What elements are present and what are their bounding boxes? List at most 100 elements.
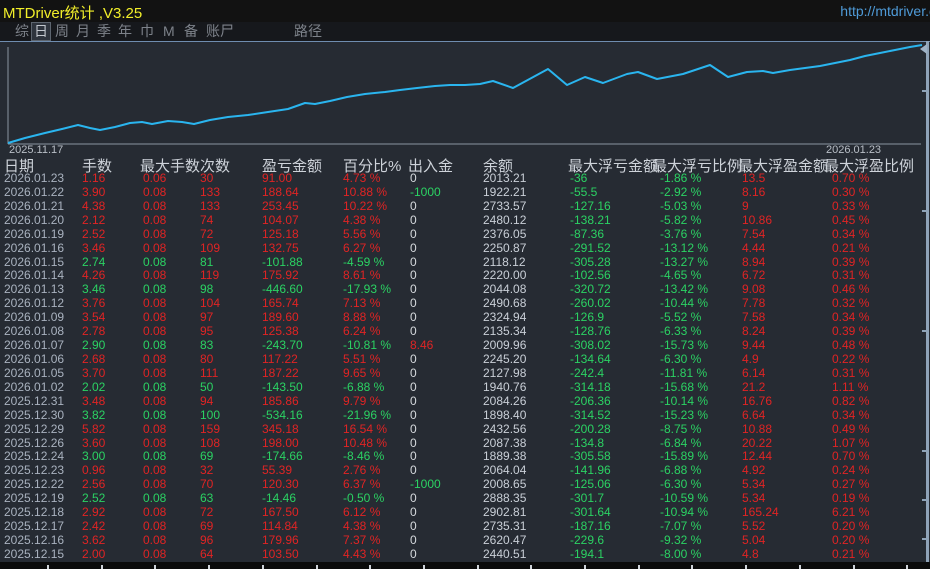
table-row[interactable]: 2026.01.223.900.08133188.6410.88 %-10001… bbox=[0, 186, 930, 200]
cell-count: 98 bbox=[200, 283, 258, 297]
menu-item-9[interactable]: 备 bbox=[182, 23, 200, 40]
cell-date: 2025.12.23 bbox=[4, 464, 80, 478]
cell-date: 2025.12.19 bbox=[4, 492, 80, 506]
menu-item-8[interactable]: M bbox=[161, 23, 177, 40]
cell-percent: 6.12 % bbox=[343, 506, 407, 520]
cell-pnl: -243.70 bbox=[262, 339, 340, 353]
cell-pnl: 55.39 bbox=[262, 464, 340, 478]
cell-max-float-loss-pct: -13.27 % bbox=[660, 256, 738, 270]
cell-max-float-profit-pct: 0.39 % bbox=[832, 256, 926, 270]
cell-max-float-loss-pct: -15.68 % bbox=[660, 381, 738, 395]
cell-max-float-loss-pct: -10.44 % bbox=[660, 297, 738, 311]
cell-max-float-profit: 5.34 bbox=[742, 492, 828, 506]
cell-count: 95 bbox=[200, 325, 258, 339]
cell-max-float-profit: 4.8 bbox=[742, 548, 828, 562]
table-row[interactable]: 2026.01.053.700.08111187.229.65 %02127.9… bbox=[0, 367, 930, 381]
table-row[interactable]: 2025.12.230.960.083255.392.76 %02064.04-… bbox=[0, 464, 930, 478]
menu-item-11[interactable]: 路径 bbox=[292, 23, 324, 40]
cell-max-float-profit-pct: 0.31 % bbox=[832, 269, 926, 283]
cell-max-float-loss: -55.5 bbox=[570, 186, 656, 200]
cell-percent: 6.27 % bbox=[343, 242, 407, 256]
table-row[interactable]: 2026.01.022.020.0850-143.50-6.88 %01940.… bbox=[0, 381, 930, 395]
cell-max-float-profit-pct: 0.82 % bbox=[832, 395, 926, 409]
cell-max-float-profit: 8.24 bbox=[742, 325, 828, 339]
table-row[interactable]: 2026.01.072.900.0883-243.70-10.81 %8.462… bbox=[0, 339, 930, 353]
cell-count: 109 bbox=[200, 242, 258, 256]
grid-divider bbox=[691, 565, 693, 569]
cell-max-lots: 0.08 bbox=[143, 339, 198, 353]
table-row[interactable]: 2025.12.243.000.0869-174.66-8.46 %01889.… bbox=[0, 450, 930, 464]
cell-max-float-profit-pct: 0.70 % bbox=[832, 450, 926, 464]
scrollbar-arrow-icon[interactable] bbox=[920, 44, 927, 54]
table-row[interactable]: 2026.01.133.460.0898-446.60-17.93 %02044… bbox=[0, 283, 930, 297]
cell-pnl: 132.75 bbox=[262, 242, 340, 256]
cell-max-float-profit-pct: 0.20 % bbox=[832, 520, 926, 534]
table-row[interactable]: 2025.12.152.000.0864103.504.43 %02440.51… bbox=[0, 548, 930, 562]
cell-date: 2026.01.15 bbox=[4, 256, 80, 270]
cell-max-float-loss-pct: -1.86 % bbox=[660, 172, 738, 186]
table-row[interactable]: 2026.01.192.520.0872125.185.56 %02376.05… bbox=[0, 228, 930, 242]
cell-percent: -10.81 % bbox=[343, 339, 407, 353]
table-row[interactable]: 2025.12.313.480.0894185.869.79 %02084.26… bbox=[0, 395, 930, 409]
menu-item-5[interactable]: 季 bbox=[95, 23, 113, 40]
table-row[interactable]: 2026.01.144.260.08119175.928.61 %02220.0… bbox=[0, 269, 930, 283]
table-row[interactable]: 2026.01.093.540.0897189.608.88 %02324.94… bbox=[0, 311, 930, 325]
table-row[interactable]: 2025.12.163.620.0896179.967.37 %02620.47… bbox=[0, 534, 930, 548]
table-row[interactable]: 2026.01.062.680.0880117.225.51 %02245.20… bbox=[0, 353, 930, 367]
cell-max-float-loss-pct: -4.65 % bbox=[660, 269, 738, 283]
cell-lots: 3.76 bbox=[82, 297, 138, 311]
cell-percent: 4.43 % bbox=[343, 548, 407, 562]
cell-date: 2026.01.05 bbox=[4, 367, 80, 381]
cell-max-float-loss: -134.64 bbox=[570, 353, 656, 367]
cell-max-float-loss-pct: -6.30 % bbox=[660, 353, 738, 367]
menu-item-10[interactable]: 账尸 bbox=[204, 23, 236, 40]
website-link[interactable]: http://mtdriver.c bbox=[840, 3, 930, 19]
cell-max-float-profit-pct: 0.22 % bbox=[832, 353, 926, 367]
cell-balance: 2009.96 bbox=[483, 339, 567, 353]
vertical-scrollbar[interactable] bbox=[926, 41, 929, 569]
table-row[interactable]: 2025.12.295.820.08159345.1816.54 %02432.… bbox=[0, 423, 930, 437]
table-row[interactable]: 2026.01.231.160.063091.004.73 %02013.21-… bbox=[0, 172, 930, 186]
table-row[interactable]: 2025.12.263.600.08108198.0010.48 %02087.… bbox=[0, 437, 930, 451]
grid-divider bbox=[853, 565, 855, 569]
cell-max-float-profit: 165.24 bbox=[742, 506, 828, 520]
cell-date: 2026.01.22 bbox=[4, 186, 80, 200]
table-row[interactable]: 2025.12.303.820.08100-534.16-21.96 %0189… bbox=[0, 409, 930, 423]
table-row[interactable]: 2026.01.082.780.0895125.386.24 %02135.34… bbox=[0, 325, 930, 339]
table-row[interactable]: 2026.01.202.120.0874104.074.38 %02480.12… bbox=[0, 214, 930, 228]
menu-item-3[interactable]: 周 bbox=[53, 23, 71, 40]
cell-date: 2026.01.08 bbox=[4, 325, 80, 339]
equity-curve-chart bbox=[0, 42, 930, 155]
table-row[interactable]: 2026.01.152.740.0881-101.88-4.59 %02118.… bbox=[0, 256, 930, 270]
menu-item-7[interactable]: 巾 bbox=[138, 23, 156, 40]
cell-max-float-profit: 7.54 bbox=[742, 228, 828, 242]
table-row[interactable]: 2025.12.182.920.0872167.506.12 %02902.81… bbox=[0, 506, 930, 520]
menu-item-4[interactable]: 月 bbox=[74, 23, 92, 40]
table-row[interactable]: 2026.01.123.760.08104165.747.13 %02490.6… bbox=[0, 297, 930, 311]
cell-max-float-profit-pct: 1.07 % bbox=[832, 437, 926, 451]
cell-pnl: 103.50 bbox=[262, 548, 340, 562]
cell-percent: 2.76 % bbox=[343, 464, 407, 478]
cell-lots: 2.00 bbox=[82, 548, 138, 562]
cell-max-lots: 0.08 bbox=[143, 200, 198, 214]
cell-inout: 0 bbox=[410, 548, 480, 562]
table-row[interactable]: 2025.12.192.520.0863-14.46-0.50 %02888.3… bbox=[0, 492, 930, 506]
menu-item-6[interactable]: 年 bbox=[116, 23, 134, 40]
table-row[interactable]: 2026.01.163.460.08109132.756.27 %02250.8… bbox=[0, 242, 930, 256]
cell-max-float-loss: -242.4 bbox=[570, 367, 656, 381]
table-row[interactable]: 2025.12.222.560.0870120.306.37 %-1000200… bbox=[0, 478, 930, 492]
menu-item-1[interactable]: 综 bbox=[13, 23, 31, 40]
cell-balance: 2064.04 bbox=[483, 464, 567, 478]
cell-max-lots: 0.08 bbox=[143, 228, 198, 242]
cell-count: 100 bbox=[200, 409, 258, 423]
cell-date: 2026.01.20 bbox=[4, 214, 80, 228]
table-row[interactable]: 2025.12.172.420.0869114.844.38 %02735.31… bbox=[0, 520, 930, 534]
cell-count: 104 bbox=[200, 297, 258, 311]
menu-item-2[interactable]: 日 bbox=[32, 23, 50, 40]
cell-lots: 2.02 bbox=[82, 381, 138, 395]
cell-count: 69 bbox=[200, 520, 258, 534]
cell-max-float-profit-pct: 0.70 % bbox=[832, 172, 926, 186]
grid-divider bbox=[101, 565, 103, 569]
table-row[interactable]: 2026.01.214.380.08133253.4510.22 %02733.… bbox=[0, 200, 930, 214]
cell-pnl: -143.50 bbox=[262, 381, 340, 395]
